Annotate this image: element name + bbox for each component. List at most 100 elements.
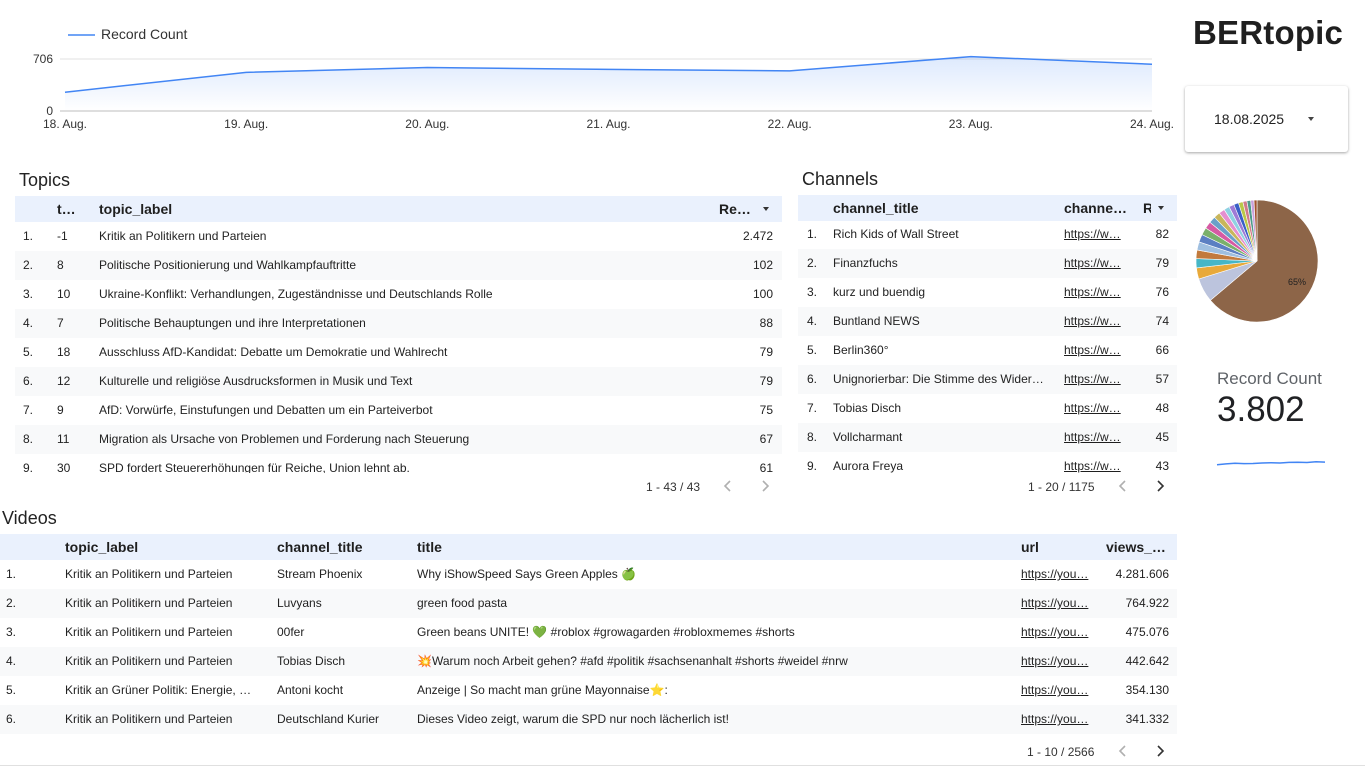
topic-label-cell: Politische Positionierung und Wahlkampfa… — [99, 258, 357, 272]
table-row[interactable]: 9. 30 SPD fordert Steuererhöhungen für Rei… — [15, 454, 782, 473]
table-row[interactable]: 3. Kritik an Politikern und Parteien 00fer… — [0, 618, 1177, 647]
col-record-count[interactable]: Re… — [719, 196, 759, 222]
channel-url-link[interactable]: https://w… — [1064, 423, 1124, 452]
video-url-link[interactable]: https://you… — [1021, 676, 1091, 705]
video-title-cell: green food pasta — [417, 596, 508, 610]
topics-pager-text: 1 - 43 / 43 — [646, 480, 701, 494]
table-row[interactable]: 3. 10 Ukraine-Konflikt: Verhandlungen, Zug… — [15, 280, 782, 309]
col-url[interactable]: url — [1021, 534, 1061, 560]
channel-url-link[interactable]: https://w… — [1064, 452, 1124, 473]
topic-label-cell: Kritik an Politikern und Parteien — [65, 712, 233, 726]
channels-pager-text: 1 - 20 / 1175 — [1028, 480, 1095, 494]
topic-id-cell: 9 — [57, 403, 64, 417]
table-row[interactable]: 6. 12 Kulturelle und religiöse Ausdrucksfo… — [15, 367, 782, 396]
record-count-cell: 57 — [1155, 372, 1169, 386]
table-row[interactable]: 2. 8 Politische Positionierung und Wahlkam… — [15, 251, 782, 280]
row-index: 1. — [23, 229, 34, 243]
chevron-down-icon[interactable] — [1308, 117, 1314, 121]
table-row[interactable]: 6. Kritik an Politikern und Parteien Deuts… — [0, 705, 1177, 734]
row-index: 4. — [807, 314, 818, 328]
table-row[interactable]: 6. Unignorierbar: Die Stimme des Wider… ht… — [798, 365, 1177, 394]
table-row[interactable]: 4. Buntland NEWS https://w… 74 — [798, 307, 1177, 336]
table-row[interactable]: 8. Vollcharmant https://w… 45 — [798, 423, 1177, 452]
channel-url-link[interactable]: https://w… — [1064, 307, 1124, 336]
views-cell: 764.922 — [1125, 596, 1169, 610]
record-count-cell: 66 — [1155, 343, 1169, 357]
prev-page-icon[interactable] — [1115, 743, 1131, 759]
y-tick-label: 0 — [46, 104, 53, 118]
video-url-link[interactable]: https://you… — [1021, 647, 1091, 676]
table-row[interactable]: 5. Berlin360° https://w… 66 — [798, 336, 1177, 365]
next-page-icon[interactable] — [757, 478, 773, 494]
col-channel-title[interactable]: channel_title — [277, 534, 397, 560]
video-url-link[interactable]: https://you… — [1021, 589, 1091, 618]
table-row[interactable]: 9. Aurora Freya https://w… 43 — [798, 452, 1177, 473]
channel-url-link[interactable]: https://w… — [1064, 365, 1124, 394]
next-page-icon[interactable] — [1152, 743, 1168, 759]
channel-title-cell: Tobias Disch — [277, 654, 346, 668]
record-count-cell: 74 — [1155, 314, 1169, 328]
divider — [0, 765, 1365, 766]
prev-page-icon[interactable] — [720, 478, 736, 494]
record-count-cell: 2.472 — [742, 229, 773, 243]
row-index: 3. — [6, 625, 17, 639]
table-row[interactable]: 1. Rich Kids of Wall Street https://w… 82 — [798, 220, 1177, 249]
row-index: 7. — [807, 401, 818, 415]
video-title-cell: Why iShowSpeed Says Green Apples 🍏 — [417, 567, 637, 581]
row-index: 9. — [23, 461, 34, 473]
channel-url-link[interactable]: https://w… — [1064, 394, 1124, 423]
col-views[interactable]: views_… — [1106, 534, 1168, 560]
channel-title-cell: Finanzfuchs — [833, 256, 898, 270]
table-row[interactable]: 7. 9 AfD: Vorwürfe, Einstufungen und Debat… — [15, 396, 782, 425]
table-row[interactable]: 1. Kritik an Politikern und Parteien Strea… — [0, 560, 1177, 589]
table-row[interactable]: 5. Kritik an Grüner Politik: Energie, … An… — [0, 676, 1177, 705]
topic-id-cell: -1 — [57, 229, 68, 243]
col-record-count[interactable]: R — [1143, 195, 1151, 221]
table-row[interactable]: 3. kurz und buendig https://w… 76 — [798, 278, 1177, 307]
record-count-cell: 43 — [1155, 459, 1169, 473]
video-url-link[interactable]: https://you… — [1021, 705, 1091, 734]
col-channel-title[interactable]: channel_title — [833, 195, 1033, 221]
next-page-icon[interactable] — [1152, 478, 1168, 494]
sort-desc-icon[interactable] — [763, 207, 769, 211]
sort-desc-icon[interactable] — [1158, 206, 1164, 210]
col-topic-label[interactable]: topic_label — [99, 196, 399, 222]
channel-url-link[interactable]: https://w… — [1064, 220, 1124, 249]
video-url-link[interactable]: https://you… — [1021, 618, 1091, 647]
channel-url-link[interactable]: https://w… — [1064, 249, 1124, 278]
record-count-cell: 79 — [1155, 256, 1169, 270]
channel-url-link[interactable]: https://w… — [1064, 336, 1124, 365]
table-row[interactable]: 7. Tobias Disch https://w… 48 — [798, 394, 1177, 423]
record-count-cell: 67 — [759, 432, 773, 446]
col-topic[interactable]: t… — [57, 196, 81, 222]
channel-title-cell: Aurora Freya — [833, 459, 904, 473]
table-row[interactable]: 5. 18 Ausschluss AfD-Kandidat: Debatte um … — [15, 338, 782, 367]
table-row[interactable]: 4. Kritik an Politikern und Parteien Tobia… — [0, 647, 1177, 676]
topic-label-cell: Kritik an Politikern und Parteien — [65, 567, 233, 581]
views-cell: 442.642 — [1125, 654, 1169, 668]
table-row[interactable]: 1. -1 Kritik an Politikern und Parteien 2.4… — [15, 222, 782, 251]
topic-id-cell: 12 — [57, 374, 71, 388]
col-title[interactable]: title — [417, 534, 537, 560]
channel-title-cell: kurz und buendig — [833, 285, 926, 299]
table-row[interactable]: 4. 7 Politische Behauptungen und ihre Inte… — [15, 309, 782, 338]
prev-page-icon[interactable] — [1115, 478, 1131, 494]
row-index: 5. — [6, 683, 17, 697]
col-topic-label[interactable]: topic_label — [65, 534, 255, 560]
topic-id-cell: 10 — [57, 287, 71, 301]
record-count-cell: 82 — [1155, 227, 1169, 241]
table-row[interactable]: 8. 11 Migration als Ursache von Problemen … — [15, 425, 782, 454]
table-row[interactable]: 2. Finanzfuchs https://w… 79 — [798, 249, 1177, 278]
video-url-link[interactable]: https://you… — [1021, 560, 1091, 589]
table-row[interactable]: 2. Kritik an Politikern und Parteien Luvya… — [0, 589, 1177, 618]
channel-url-link[interactable]: https://w… — [1064, 278, 1124, 307]
topics-table: t… topic_label Re… 1. -1 Kritik an Politik… — [15, 196, 782, 473]
col-channel-url[interactable]: channe… — [1064, 195, 1130, 221]
pie-slice-label: 65% — [1288, 277, 1306, 287]
topic-label-cell: Kritik an Grüner Politik: Energie, … — [65, 683, 252, 697]
channel-title-cell: Vollcharmant — [833, 430, 903, 444]
row-index: 1. — [807, 227, 818, 241]
video-title-cell: Anzeige | So macht man grüne Mayonnaise⭐… — [417, 683, 668, 697]
date-range-picker[interactable]: 18.08.2025 — [1185, 86, 1348, 152]
channel-title-cell: Buntland NEWS — [833, 314, 920, 328]
